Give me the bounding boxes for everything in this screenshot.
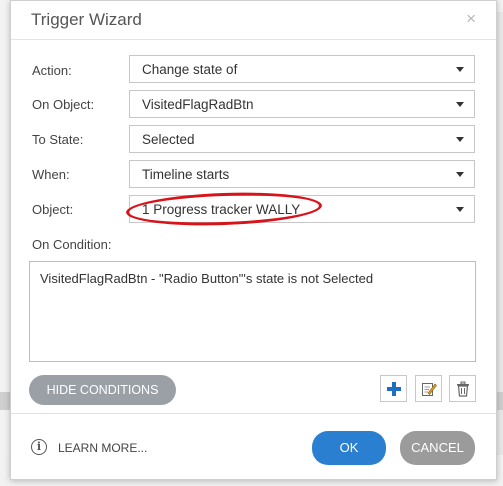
edit-icon — [422, 383, 437, 396]
action-label: Action: — [32, 63, 72, 78]
chevron-down-icon — [456, 102, 464, 107]
object-select-value: 1 Progress tracker WALLY — [142, 202, 301, 217]
chevron-down-icon — [456, 137, 464, 142]
ok-button[interactable]: OK — [312, 431, 386, 465]
to-state-select-value: Selected — [142, 132, 195, 147]
trash-icon — [457, 381, 469, 397]
condition-list[interactable]: VisitedFlagRadBtn - "Radio Button"'s sta… — [29, 261, 476, 362]
action-select[interactable]: Change state of — [129, 55, 475, 83]
when-select-value: Timeline starts — [142, 167, 230, 182]
chevron-down-icon — [456, 172, 464, 177]
chevron-down-icon — [456, 207, 464, 212]
on-object-select[interactable]: VisitedFlagRadBtn — [129, 90, 475, 118]
on-object-label: On Object: — [32, 97, 95, 112]
action-select-value: Change state of — [142, 62, 238, 77]
cancel-button[interactable]: CANCEL — [400, 431, 475, 465]
add-condition-button[interactable] — [380, 375, 407, 402]
on-object-select-value: VisitedFlagRadBtn — [142, 97, 254, 112]
hide-conditions-button[interactable]: HIDE CONDITIONS — [29, 375, 176, 405]
edit-condition-button[interactable] — [415, 375, 442, 402]
trigger-wizard-dialog: Trigger Wizard × Action: Change state of… — [10, 0, 497, 480]
dialog-title-bar: Trigger Wizard × — [11, 1, 496, 40]
plus-icon — [387, 382, 401, 396]
dialog-title: Trigger Wizard — [31, 10, 142, 29]
when-select[interactable]: Timeline starts — [129, 160, 475, 188]
info-icon: i — [31, 439, 47, 455]
to-state-label: To State: — [32, 132, 84, 147]
close-icon[interactable]: × — [466, 9, 476, 29]
object-select[interactable]: 1 Progress tracker WALLY — [129, 195, 475, 223]
learn-more-label: LEARN MORE... — [58, 441, 148, 455]
on-condition-label: On Condition: — [32, 237, 112, 252]
when-label: When: — [32, 167, 70, 182]
to-state-select[interactable]: Selected — [129, 125, 475, 153]
chevron-down-icon — [456, 67, 464, 72]
condition-item[interactable]: VisitedFlagRadBtn - "Radio Button"'s sta… — [40, 271, 373, 286]
delete-condition-button[interactable] — [449, 375, 476, 402]
footer-divider — [11, 413, 496, 414]
object-label: Object: — [32, 202, 74, 217]
